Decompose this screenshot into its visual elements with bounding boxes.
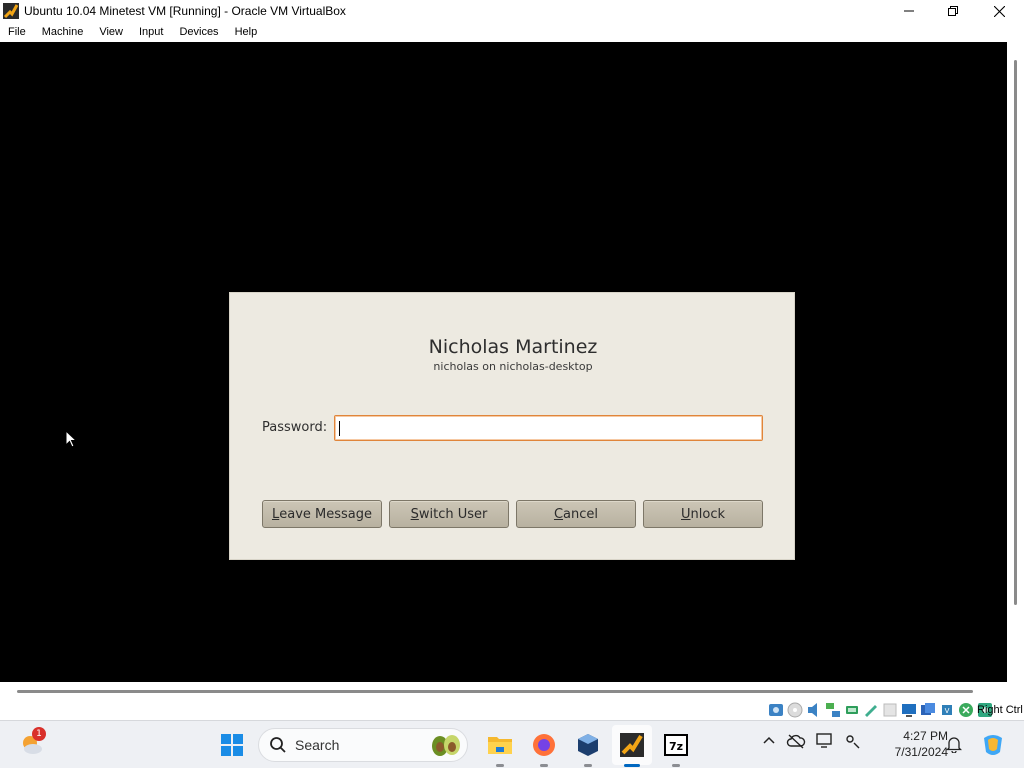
system-tray bbox=[762, 733, 860, 749]
network-icon[interactable] bbox=[825, 702, 841, 718]
virtualbox-manager-button[interactable] bbox=[572, 729, 604, 767]
active-indicator bbox=[624, 764, 640, 767]
svg-text:7z: 7z bbox=[669, 740, 683, 753]
virtualbox-icon bbox=[578, 734, 598, 756]
maximize-button[interactable] bbox=[930, 0, 976, 22]
audio-icon[interactable] bbox=[806, 702, 822, 718]
taskbar-clock[interactable]: 4:27 PM 7/31/2024 bbox=[878, 728, 948, 760]
switch-user-button[interactable]: Switch User bbox=[389, 500, 509, 528]
minimize-button[interactable] bbox=[886, 0, 932, 22]
text-caret bbox=[339, 421, 340, 436]
usb-icon[interactable] bbox=[844, 702, 860, 718]
cancel-button[interactable]: Cancel bbox=[516, 500, 636, 528]
leave-message-label: eave Message bbox=[279, 506, 372, 522]
menu-help[interactable]: Help bbox=[227, 22, 266, 42]
notification-bell-icon[interactable] bbox=[946, 735, 962, 753]
firefox-icon bbox=[533, 734, 555, 756]
display-icon[interactable] bbox=[901, 702, 917, 718]
menu-view[interactable]: View bbox=[91, 22, 131, 42]
taskbar-search-box[interactable]: Search bbox=[258, 728, 468, 762]
weather-widget[interactable]: 1 bbox=[16, 727, 48, 761]
optical-drive-icon[interactable] bbox=[787, 702, 803, 718]
menu-bar: File Machine View Input Devices Help bbox=[0, 22, 1024, 42]
search-icon bbox=[270, 737, 286, 753]
menu-file[interactable]: File bbox=[0, 22, 34, 42]
shared-folders-icon[interactable] bbox=[863, 702, 879, 718]
cancel-label: ancel bbox=[563, 506, 599, 522]
vm-status-icons: V bbox=[768, 702, 993, 718]
switch-user-mnemonic: S bbox=[410, 506, 419, 522]
start-button[interactable] bbox=[216, 729, 248, 761]
unlock-label: nlock bbox=[690, 506, 725, 522]
leave-message-mnemonic: L bbox=[271, 506, 280, 522]
menu-devices[interactable]: Devices bbox=[171, 22, 226, 42]
running-indicator bbox=[540, 764, 548, 767]
7zip-button[interactable]: 7z bbox=[660, 729, 692, 767]
mouse-integration-icon[interactable] bbox=[958, 702, 974, 718]
virtualbox-vm-icon bbox=[620, 733, 644, 757]
leave-message-button[interactable]: Leave Message bbox=[262, 500, 382, 528]
windows-logo-icon bbox=[221, 734, 243, 756]
user-host-label: nicholas on nicholas-desktop bbox=[433, 360, 593, 373]
display-icon[interactable] bbox=[816, 733, 834, 749]
unlock-mnemonic: U bbox=[681, 506, 691, 522]
title-bar: Ubuntu 10.04 Minetest VM [Running] - Ora… bbox=[0, 0, 1024, 22]
close-icon bbox=[993, 5, 1005, 17]
clock-time: 4:27 PM bbox=[903, 729, 948, 743]
vm-status-bar: V Right Ctrl bbox=[0, 682, 1024, 720]
clock-date: 7/31/2024 bbox=[894, 745, 948, 759]
cpu-icon[interactable]: V bbox=[939, 702, 955, 718]
scrollbar-thumb[interactable] bbox=[1014, 60, 1017, 605]
horizontal-scrollbar[interactable] bbox=[17, 690, 973, 693]
cloud-icon[interactable] bbox=[786, 733, 806, 749]
avocado-highlight-icon bbox=[432, 735, 460, 756]
running-indicator bbox=[672, 764, 680, 767]
firefox-button[interactable] bbox=[528, 729, 560, 767]
svg-text:V: V bbox=[945, 707, 950, 715]
close-button[interactable] bbox=[976, 0, 1022, 22]
location-icon[interactable] bbox=[844, 733, 860, 749]
chevron-up-icon[interactable] bbox=[762, 734, 776, 748]
running-indicator bbox=[584, 764, 592, 767]
restore-icon bbox=[948, 6, 958, 16]
password-label: Password: bbox=[262, 420, 328, 435]
mouse-cursor-icon bbox=[65, 429, 78, 452]
password-input[interactable] bbox=[334, 415, 763, 441]
unlock-button[interactable]: Unlock bbox=[643, 500, 763, 528]
window-title: Ubuntu 10.04 Minetest VM [Running] - Ora… bbox=[24, 4, 346, 18]
weather-badge: 1 bbox=[32, 727, 46, 741]
clipboard-icon[interactable] bbox=[882, 702, 898, 718]
search-label: Search bbox=[295, 737, 340, 753]
windows-taskbar: 1 Search 7z 4:27 PM 7/31/2024 bbox=[0, 720, 1024, 768]
minimize-icon bbox=[904, 10, 914, 12]
menu-machine[interactable]: Machine bbox=[34, 22, 92, 42]
host-key-label: Right Ctrl bbox=[977, 704, 1023, 716]
file-explorer-button[interactable] bbox=[484, 729, 516, 767]
screen-lock-dialog: Nicholas Martinez nicholas on nicholas-d… bbox=[229, 292, 795, 560]
recording-icon[interactable] bbox=[920, 702, 936, 718]
vertical-scrollbar[interactable] bbox=[1007, 42, 1024, 682]
running-indicator bbox=[496, 764, 504, 767]
file-explorer-icon bbox=[488, 737, 512, 754]
switch-user-label: witch User bbox=[418, 506, 488, 522]
cancel-mnemonic: C bbox=[553, 506, 564, 522]
user-full-name: Nicholas Martinez bbox=[428, 336, 598, 358]
7zip-icon: 7z bbox=[664, 734, 688, 756]
copilot-icon[interactable] bbox=[980, 732, 1006, 758]
menu-input[interactable]: Input bbox=[131, 22, 171, 42]
hard-disk-icon[interactable] bbox=[768, 702, 784, 718]
virtualbox-app-icon bbox=[3, 3, 19, 19]
virtualbox-vm-button[interactable] bbox=[616, 729, 648, 767]
